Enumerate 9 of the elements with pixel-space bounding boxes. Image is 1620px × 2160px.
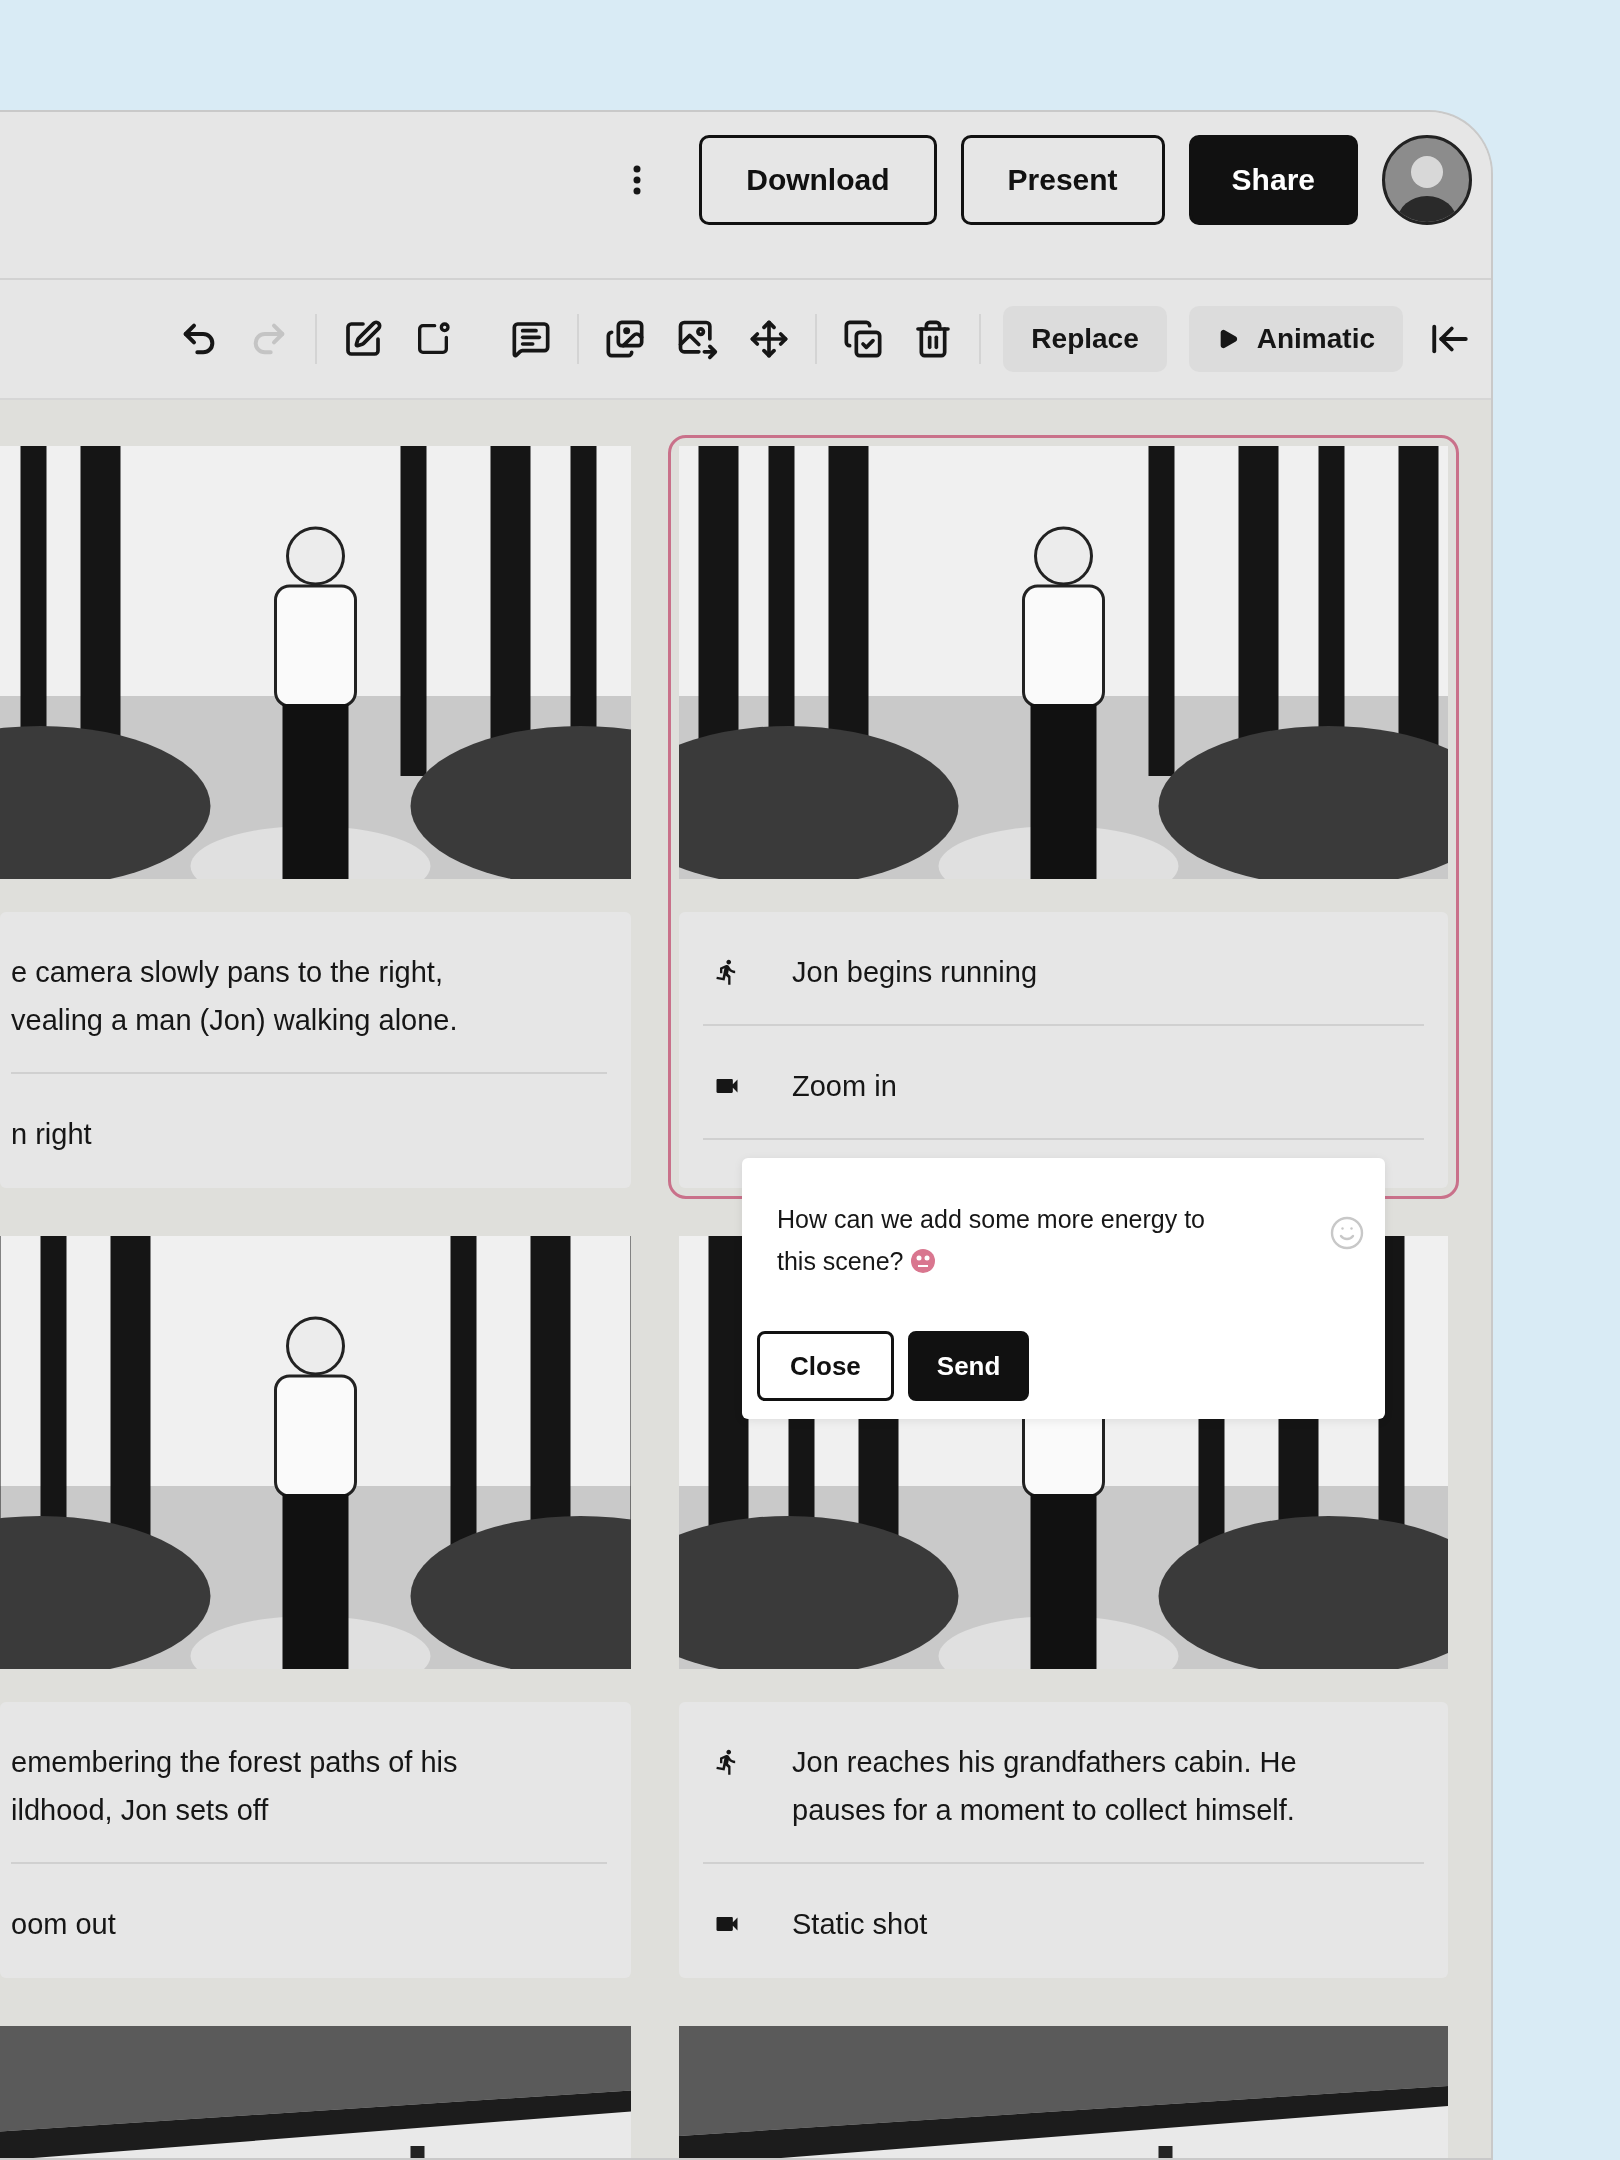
action-text: Jon reaches his grandfathers cabin. He pauses for a moment to collect himself. xyxy=(792,1745,1297,1828)
action-text: Jon begins running xyxy=(792,955,1038,990)
camera-text: oom out xyxy=(11,1907,116,1942)
action-text: e camera slowly pans to the right, vealing a man (Jon) walking alone. xyxy=(11,955,458,1038)
camera-text: Zoom in xyxy=(792,1069,897,1104)
action-text: emembering the forest paths of his ildhood, Jon sets off xyxy=(11,1745,458,1828)
camera-text: n right xyxy=(11,1117,92,1152)
comment-text: How can we add some more energy to this scene? xyxy=(777,1204,1206,1277)
camera-text: Static shot xyxy=(792,1907,928,1942)
